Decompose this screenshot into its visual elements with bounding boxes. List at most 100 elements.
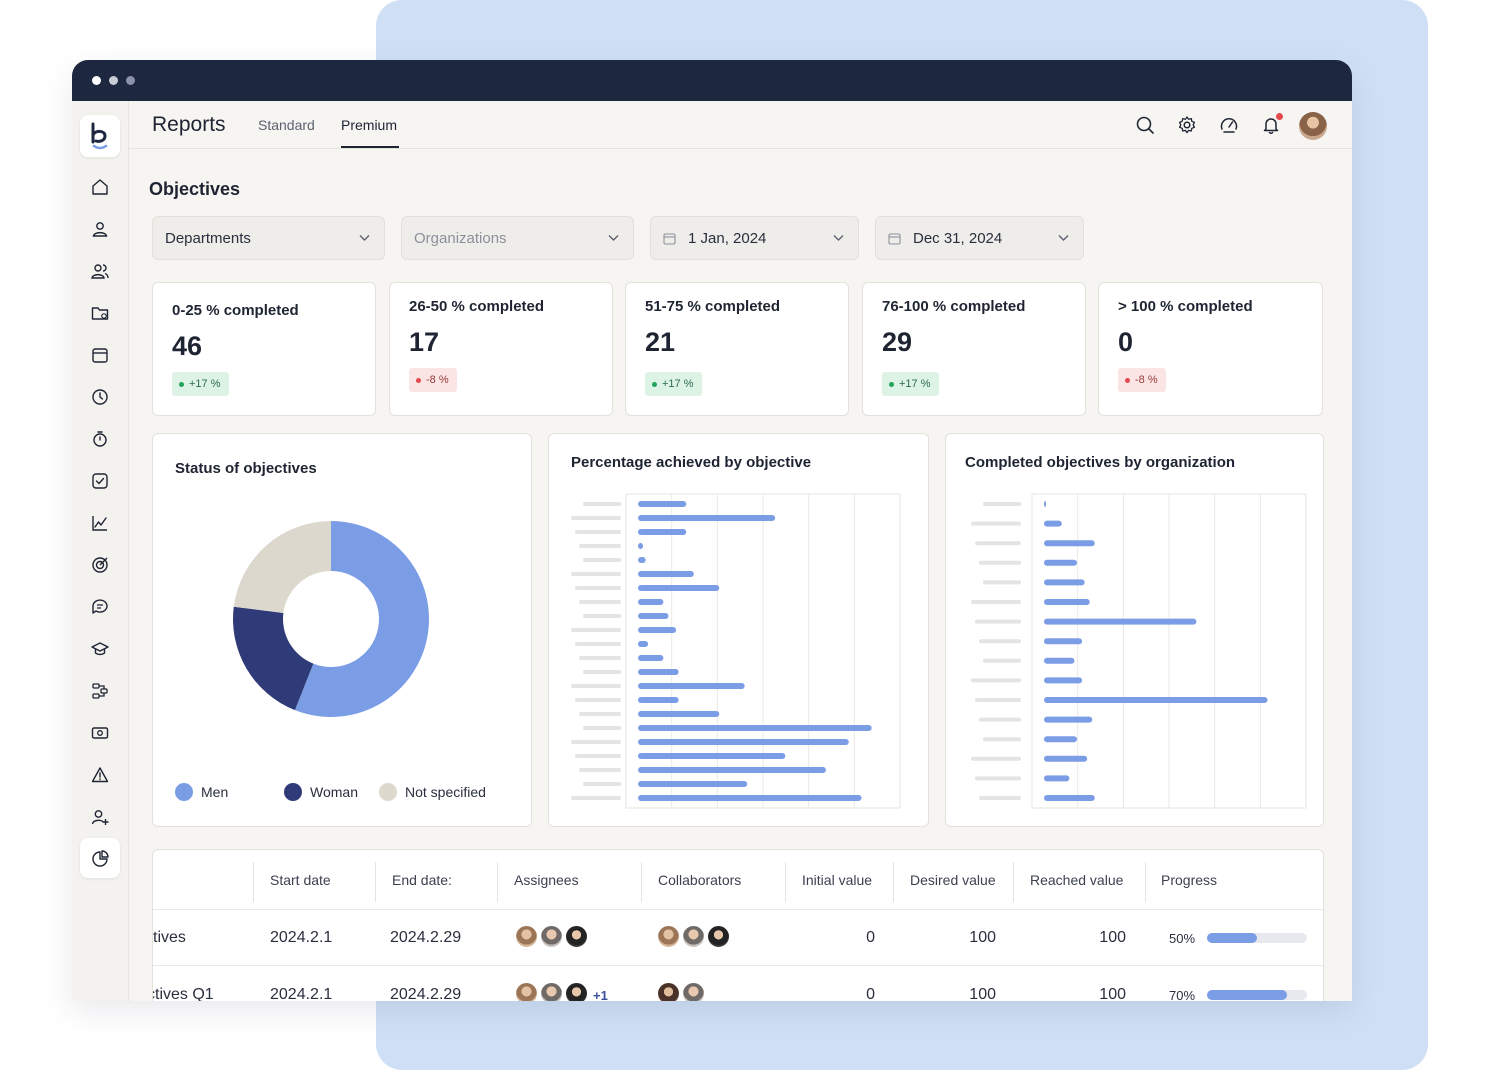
objective-name[interactable]: tives [153, 929, 186, 947]
bar [638, 599, 664, 605]
assignee-avatar[interactable] [564, 981, 589, 1001]
target-icon[interactable] [90, 555, 110, 575]
category-label-placeholder [575, 586, 621, 590]
kpi-label: 51-75 % completed [645, 298, 781, 315]
donut-chart [233, 521, 429, 717]
window-dot[interactable] [92, 76, 101, 85]
kpi-card[interactable]: 76-100 % completed 29 +17 % [862, 282, 1086, 416]
bar [1044, 540, 1095, 547]
bar [1044, 520, 1062, 527]
departments-select[interactable]: Departments [152, 216, 385, 260]
notification-dot [1276, 113, 1283, 120]
bar [638, 795, 862, 801]
kpi-card[interactable]: 0-25 % completed 46 +17 % [152, 282, 376, 416]
users-icon[interactable] [90, 261, 110, 281]
percentage-bar-chart [571, 493, 901, 809]
bar [638, 641, 649, 647]
checkbox-icon[interactable] [90, 471, 110, 491]
column-divider [641, 862, 642, 902]
calendar-icon [663, 233, 676, 245]
workflow-icon[interactable] [90, 681, 110, 701]
column-header[interactable]: Progress [1161, 872, 1217, 888]
gear-icon[interactable] [1177, 115, 1197, 135]
stopwatch-icon[interactable] [90, 429, 110, 449]
start-date-cell: 2024.2.1 [270, 929, 333, 946]
initial-value-cell: 0 [866, 986, 875, 1001]
select-placeholder: Organizations [414, 230, 507, 247]
kpi-delta-badge: +17 % [172, 372, 229, 396]
more-assignees-count[interactable]: +1 [593, 988, 608, 1001]
column-divider [375, 862, 376, 902]
end-date-picker[interactable]: Dec 31, 2024 [875, 216, 1084, 260]
money-icon[interactable] [90, 723, 110, 743]
bar [1044, 638, 1083, 645]
objective-name[interactable]: ctives Q1 [153, 986, 214, 1001]
legend-swatch-not-specified [379, 783, 397, 801]
column-header[interactable]: Assignees [514, 872, 579, 888]
graduation-cap-icon[interactable] [90, 639, 110, 659]
start-date-picker[interactable]: 1 Jan, 2024 [650, 216, 859, 260]
assignee-avatar[interactable] [564, 924, 589, 949]
column-header[interactable]: Start date [270, 872, 331, 888]
window-dot[interactable] [126, 76, 135, 85]
category-label-placeholder [971, 521, 1021, 526]
column-divider [893, 862, 894, 902]
column-divider [1013, 862, 1014, 902]
tab-standard[interactable]: Standard [258, 117, 315, 133]
progress-bar [1207, 933, 1307, 943]
column-header[interactable]: Reached value [1030, 872, 1123, 888]
column-header[interactable]: Collaborators [658, 872, 741, 888]
pie-chart-icon[interactable] [90, 849, 110, 869]
category-label-placeholder [983, 580, 1021, 585]
bar [1044, 618, 1197, 625]
chat-icon[interactable] [90, 597, 110, 617]
calendar-icon[interactable] [90, 345, 110, 365]
kpi-label: 26-50 % completed [409, 298, 545, 315]
folder-icon[interactable] [90, 303, 110, 323]
kpi-card[interactable]: 26-50 % completed 17 -8 % [389, 282, 613, 416]
collaborator-avatar[interactable] [681, 924, 706, 949]
user-avatar[interactable] [1299, 112, 1327, 140]
column-header[interactable]: End date: [392, 872, 452, 888]
assignee-avatar[interactable] [539, 981, 564, 1001]
search-icon[interactable] [1135, 115, 1155, 135]
window-titlebar [72, 60, 1352, 101]
collaborator-avatar[interactable] [656, 981, 681, 1001]
collaborator-avatar[interactable] [656, 924, 681, 949]
progress-label: 50% [1169, 931, 1196, 946]
app-logo[interactable] [80, 115, 120, 157]
completed-chart-card: Completed objectives by organization [945, 433, 1324, 827]
category-label-placeholder [971, 756, 1021, 761]
kpi-card[interactable]: > 100 % completed 0 -8 % [1098, 282, 1323, 416]
collaborator-avatar[interactable] [681, 981, 706, 1001]
gauge-icon[interactable] [1219, 115, 1239, 135]
warning-icon[interactable] [90, 765, 110, 785]
category-label-placeholder [583, 502, 621, 506]
bar [1044, 657, 1075, 664]
assignee-avatar[interactable] [514, 981, 539, 1001]
row-divider [153, 909, 1323, 910]
chevron-down-icon [359, 235, 370, 241]
kpi-label: 76-100 % completed [882, 298, 1026, 315]
assignee-avatar[interactable] [539, 924, 564, 949]
home-icon[interactable] [90, 177, 110, 197]
organizations-select[interactable]: Organizations [401, 216, 634, 260]
tab-premium[interactable]: Premium [341, 117, 397, 133]
category-label-placeholder [983, 658, 1021, 663]
clock-icon[interactable] [90, 387, 110, 407]
collaborator-avatar[interactable] [706, 924, 731, 949]
user-icon[interactable] [90, 219, 110, 239]
window-dot[interactable] [109, 76, 118, 85]
assignee-avatar[interactable] [514, 924, 539, 949]
calendar-icon [888, 233, 901, 245]
column-header[interactable]: Desired value [910, 872, 996, 888]
bar [1044, 755, 1088, 762]
active-tab-indicator [341, 146, 399, 148]
desired-value-cell: 100 [969, 929, 996, 946]
column-header[interactable]: Initial value [802, 872, 872, 888]
line-chart-icon[interactable] [90, 513, 110, 533]
add-user-icon[interactable] [90, 807, 110, 827]
category-label-placeholder [579, 544, 621, 548]
bar [1044, 559, 1078, 566]
kpi-card[interactable]: 51-75 % completed 21 +17 % [625, 282, 849, 416]
